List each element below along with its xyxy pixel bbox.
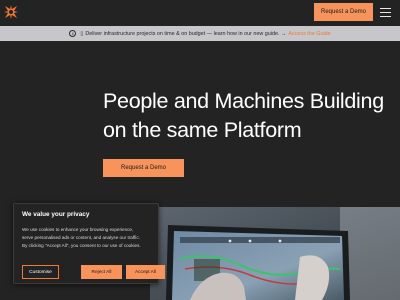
asterisk-logo-icon[interactable] [3, 4, 19, 20]
banner-glyph: ▯ [80, 30, 84, 37]
hero-laptop-image [150, 207, 400, 300]
customise-cookies-button[interactable]: Customise [22, 265, 59, 279]
access-guide-link[interactable]: Access the Guide [288, 31, 330, 37]
announcement-banner: i ▯ Deliver infrastructure projects on t… [0, 26, 400, 41]
cookie-description-line-2: serve personalised ads or content, and a… [22, 235, 140, 240]
hero-title: People and Machines Building on the same… [103, 87, 398, 145]
cookie-description: We use cookies to enhance your browsing … [22, 226, 160, 250]
accept-all-cookies-button[interactable]: Accept All [126, 265, 165, 279]
cookie-title: We value your privacy [22, 211, 90, 218]
hero-request-demo-button[interactable]: Request a Demo [103, 159, 184, 177]
hamburger-menu-icon[interactable] [380, 8, 391, 17]
reject-all-cookies-button[interactable]: Reject All [81, 265, 122, 279]
cookie-description-line-1: We use cookies to enhance your browsing … [22, 227, 134, 232]
info-icon: i [69, 30, 77, 37]
top-navbar: Request a Demo [0, 0, 400, 26]
cookie-consent-dialog: We value your privacy We use cookies to … [13, 203, 165, 284]
hero-title-line-1: People and Machines Building [103, 89, 384, 113]
banner-text: Deliver infrastructure projects on time … [85, 30, 287, 37]
cookie-description-line-3: By clicking "Accept All", you consent to… [22, 243, 141, 248]
request-demo-button[interactable]: Request a Demo [314, 3, 373, 21]
hero-title-line-2: on the same Platform [103, 118, 302, 142]
